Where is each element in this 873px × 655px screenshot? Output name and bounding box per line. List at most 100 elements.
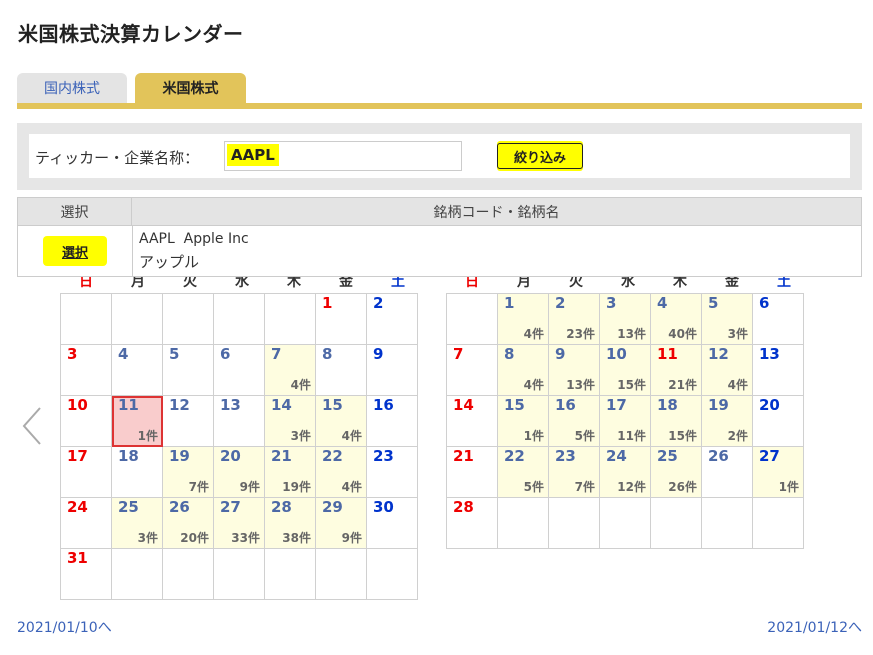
calendar-day-cell[interactable]: 22 5件: [497, 446, 549, 498]
calendar-day-cell[interactable]: 30: [366, 497, 418, 549]
calendar-day-cell[interactable]: 6: [752, 293, 804, 345]
earnings-count-link[interactable]: 13件: [566, 376, 595, 393]
calendar-day-cell[interactable]: 1: [315, 293, 367, 345]
earnings-count-link[interactable]: 11件: [617, 427, 646, 444]
calendar-day-cell[interactable]: 19 2件: [701, 395, 753, 447]
earnings-count-link[interactable]: 3件: [728, 325, 748, 342]
earnings-count-link[interactable]: 1件: [138, 427, 158, 444]
calendar-day-cell[interactable]: 22 4件: [315, 446, 367, 498]
earnings-count-link[interactable]: 9件: [342, 529, 362, 546]
calendar-day-cell[interactable]: 28: [446, 497, 498, 549]
prev-day-link[interactable]: 2021/01/10へ: [17, 617, 112, 637]
earnings-count-link[interactable]: 7件: [575, 478, 595, 495]
calendar-day-cell[interactable]: 14 3件: [264, 395, 316, 447]
earnings-count-link[interactable]: 5件: [524, 478, 544, 495]
calendar-day-cell[interactable]: 8 4件: [497, 344, 549, 396]
calendar-day-cell[interactable]: 14: [446, 395, 498, 447]
calendar-day-cell[interactable]: 31: [60, 548, 112, 600]
earnings-count-link[interactable]: 20件: [180, 529, 209, 546]
calendar-day-cell[interactable]: 5 3件: [701, 293, 753, 345]
calendar-day-cell[interactable]: 1 4件: [497, 293, 549, 345]
calendar-day-cell[interactable]: 4: [111, 344, 163, 396]
calendar-day-cell[interactable]: 26: [701, 446, 753, 498]
calendar-day-cell[interactable]: 12 4件: [701, 344, 753, 396]
calendar-day-cell[interactable]: 25 3件: [111, 497, 163, 549]
calendar-day-cell[interactable]: 3: [60, 344, 112, 396]
calendar-day-cell[interactable]: 18 15件: [650, 395, 702, 447]
chevron-left-icon[interactable]: [20, 405, 44, 447]
earnings-count-link[interactable]: 4件: [524, 376, 544, 393]
ticker-search-input[interactable]: AAPL: [224, 141, 462, 171]
earnings-count-link[interactable]: 3件: [138, 529, 158, 546]
calendar-day-cell[interactable]: 9: [366, 344, 418, 396]
calendar-day-cell[interactable]: 13: [752, 344, 804, 396]
earnings-count-link[interactable]: 15件: [617, 376, 646, 393]
calendar-day-cell[interactable]: 16 5件: [548, 395, 600, 447]
calendar-day-cell[interactable]: 11 1件: [111, 395, 163, 447]
calendar-day-cell[interactable]: 21: [446, 446, 498, 498]
calendar-day-cell[interactable]: 2: [366, 293, 418, 345]
earnings-count-link[interactable]: 15件: [668, 427, 697, 444]
earnings-count-link[interactable]: 38件: [282, 529, 311, 546]
filter-button[interactable]: 絞り込み: [497, 143, 583, 169]
earnings-count-link[interactable]: 4件: [524, 325, 544, 342]
calendar-day-cell[interactable]: 13: [213, 395, 265, 447]
earnings-count-link[interactable]: 40件: [668, 325, 697, 342]
earnings-count-link[interactable]: 2件: [728, 427, 748, 444]
earnings-count-link[interactable]: 7件: [189, 478, 209, 495]
earnings-count-link[interactable]: 4件: [342, 427, 362, 444]
earnings-count-link[interactable]: 33件: [231, 529, 260, 546]
calendar-day-cell[interactable]: 11 21件: [650, 344, 702, 396]
earnings-count-link[interactable]: 4件: [342, 478, 362, 495]
calendar-day-cell[interactable]: 6: [213, 344, 265, 396]
earnings-count-link[interactable]: 13件: [617, 325, 646, 342]
tab-domestic-stocks[interactable]: 国内株式: [17, 73, 127, 103]
earnings-count-link[interactable]: 9件: [240, 478, 260, 495]
calendar-day-cell[interactable]: 19 7件: [162, 446, 214, 498]
earnings-count-link[interactable]: 19件: [282, 478, 311, 495]
earnings-count-link[interactable]: 1件: [524, 427, 544, 444]
calendar-day-cell[interactable]: 18: [111, 446, 163, 498]
earnings-count-link[interactable]: 4件: [291, 376, 311, 393]
calendar-day-cell[interactable]: 15 1件: [497, 395, 549, 447]
calendar-day-cell[interactable]: 12: [162, 395, 214, 447]
calendar-day-cell[interactable]: 25 26件: [650, 446, 702, 498]
earnings-count-link[interactable]: 4件: [728, 376, 748, 393]
calendar-day-cell[interactable]: 23: [366, 446, 418, 498]
calendar-day-cell[interactable]: 20: [752, 395, 804, 447]
earnings-count-link[interactable]: 5件: [575, 427, 595, 444]
calendar-day-cell[interactable]: 23 7件: [548, 446, 600, 498]
calendar-day-cell[interactable]: 17: [60, 446, 112, 498]
earnings-count-link[interactable]: 3件: [291, 427, 311, 444]
calendar-day-cell[interactable]: 9 13件: [548, 344, 600, 396]
calendar-day-cell[interactable]: 20 9件: [213, 446, 265, 498]
calendar-day-cell[interactable]: 4 40件: [650, 293, 702, 345]
calendar-day-cell[interactable]: 26 20件: [162, 497, 214, 549]
calendar-day-cell[interactable]: 29 9件: [315, 497, 367, 549]
calendar-day-cell[interactable]: 27 33件: [213, 497, 265, 549]
calendar-day-cell[interactable]: 24: [60, 497, 112, 549]
calendar-day-cell[interactable]: 3 13件: [599, 293, 651, 345]
calendar-day-cell[interactable]: 15 4件: [315, 395, 367, 447]
next-day-link[interactable]: 2021/01/12へ: [767, 617, 862, 637]
earnings-count-link[interactable]: 12件: [617, 478, 646, 495]
calendar-day-cell[interactable]: 10 15件: [599, 344, 651, 396]
calendar-day-cell[interactable]: 8: [315, 344, 367, 396]
calendar-day-cell[interactable]: 27 1件: [752, 446, 804, 498]
calendar-day-cell[interactable]: 7 4件: [264, 344, 316, 396]
earnings-count-link[interactable]: 1件: [779, 478, 799, 495]
earnings-count-link[interactable]: 21件: [668, 376, 697, 393]
calendar-day-cell[interactable]: 21 19件: [264, 446, 316, 498]
tab-us-stocks[interactable]: 米国株式: [135, 73, 246, 103]
earnings-count-link[interactable]: 26件: [668, 478, 697, 495]
calendar-day-cell[interactable]: 7: [446, 344, 498, 396]
calendar-day-cell[interactable]: 28 38件: [264, 497, 316, 549]
earnings-count-link[interactable]: 23件: [566, 325, 595, 342]
calendar-day-cell[interactable]: 5: [162, 344, 214, 396]
select-button[interactable]: 選択: [43, 236, 107, 266]
calendar-day-cell[interactable]: 2 23件: [548, 293, 600, 345]
calendar-day-cell[interactable]: 24 12件: [599, 446, 651, 498]
calendar-day-cell[interactable]: 17 11件: [599, 395, 651, 447]
calendar-day-cell[interactable]: 16: [366, 395, 418, 447]
calendar-day-cell[interactable]: 10: [60, 395, 112, 447]
